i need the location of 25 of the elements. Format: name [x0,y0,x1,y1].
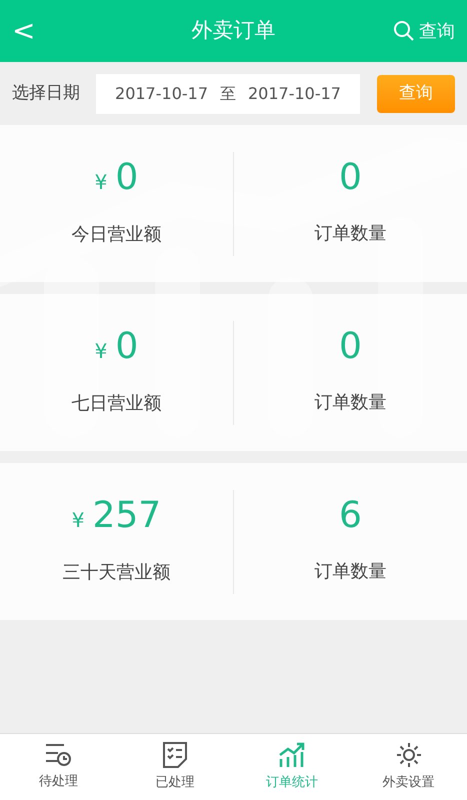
revenue-label: 七日营业额 [72,392,162,416]
order-count-label: 订单数量 [314,391,386,415]
page-title: 外卖订单 [192,17,276,44]
revenue-label: 三十天营业额 [62,560,170,584]
checklist-icon [162,741,188,770]
order-count: 0 [339,329,362,365]
list-clock-icon [44,742,72,768]
order-count: 6 [339,498,362,534]
order-count-label: 订单数量 [314,222,386,246]
bar-chart-icon [278,741,306,770]
revenue-value: 257 [92,498,162,534]
nav-tab[interactable]: 待处理 [0,734,117,800]
search-icon [393,20,415,42]
nav-tab[interactable]: 外卖设置 [350,734,467,800]
currency-sign: ¥ [94,168,108,196]
currency-sign: ¥ [72,506,84,534]
nav-tab[interactable]: 已处理 [116,734,234,800]
order-count-label: 订单数量 [314,560,386,584]
order-count: 0 [339,160,362,196]
revenue-value: 0 [115,160,138,196]
revenue-label: 今日营业额 [72,222,162,246]
date-range-field[interactable]: 2017-10-17 至 2017-10-17 [96,74,360,114]
date-label: 选择日期 [12,82,80,105]
currency-sign: ¥ [94,338,108,364]
revenue-value: 0 [115,328,138,364]
